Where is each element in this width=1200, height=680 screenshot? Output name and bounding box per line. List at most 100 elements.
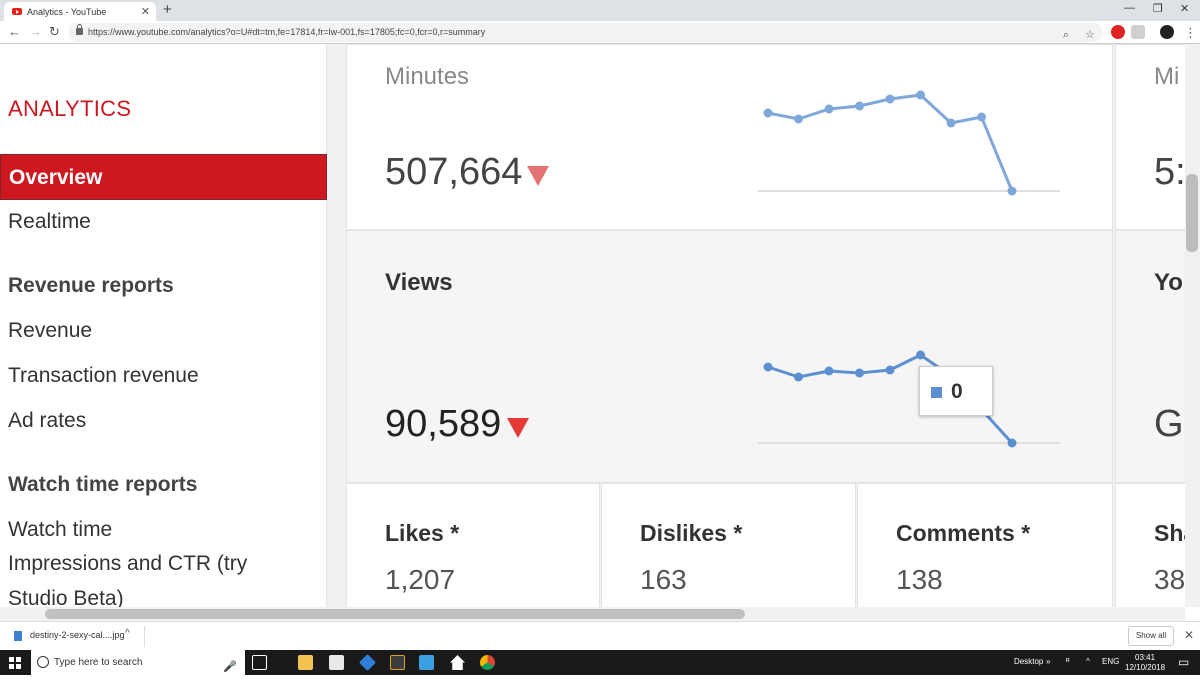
language-indicator[interactable]: ENG [1102,657,1119,666]
sparkline-point[interactable] [885,94,895,104]
microphone-icon[interactable]: 🎤 [223,655,237,680]
minutes-value: 507,664 [385,151,523,193]
shares-value: 38 [1154,564,1186,595]
forward-icon[interactable]: → [29,24,42,39]
tooltip-value: 0 [951,380,963,403]
show-all-button[interactable]: Show all [1128,626,1174,646]
profile-avatar-icon[interactable] [1160,25,1174,39]
watch-time-reports-heading[interactable]: Watch time reports [8,473,197,497]
notes-app-icon[interactable] [329,655,344,670]
sparkline-point[interactable] [885,365,895,375]
tab-close-icon[interactable]: ✕ [141,5,150,18]
people-icon[interactable]: ᴿ [1066,657,1070,666]
horizontal-scroll-thumb[interactable] [45,609,745,619]
sparkline-point[interactable] [763,362,773,372]
views-value: 90,589 [385,403,502,445]
views-card[interactable]: Views 90,589 [346,230,1113,483]
sparkline-point[interactable] [977,112,986,122]
sparkline-point[interactable] [824,366,834,376]
sidebar-item-revenue[interactable]: Revenue [0,308,327,354]
windows-taskbar: Type here to search 🎤 Desktop » ᴿ ^ ENG … [0,650,1200,675]
sparkline-point[interactable] [855,368,864,378]
page-content: ANALYTICS Overview Realtime Revenue repo… [0,44,1200,621]
minutes-sparkline [758,90,1060,196]
sparkline-point[interactable] [855,101,864,111]
toolbar-expand-icon[interactable]: » [1046,657,1050,666]
dislikes-card[interactable]: Dislikes * 163 [601,483,856,621]
sparkline-point[interactable] [1007,186,1017,196]
downloads-close-icon[interactable]: ✕ [1184,628,1194,642]
file-icon [14,630,22,641]
new-tab-button[interactable]: + [163,1,172,18]
horizontal-scrollbar[interactable] [0,607,1185,621]
sidebar-item-realtime[interactable]: Realtime [0,199,327,245]
clock-date: 12/10/2018 [1125,663,1166,672]
minutes-title: Minutes [385,63,470,90]
views-sparkline-tooltip: 0 [919,366,993,416]
minimize-icon[interactable]: — [1124,2,1135,14]
comments-title: Comments * [896,520,1031,546]
zoom-icon[interactable]: ⌕ [1063,26,1069,45]
tray-chevron-icon[interactable]: ^ [1086,657,1090,666]
likes-value: 1,207 [385,564,456,595]
url-text: https://www.youtube.com/analytics?o=U#dt… [88,27,486,37]
sparkline-point[interactable] [794,372,803,382]
likes-card[interactable]: Likes * 1,207 [346,483,600,621]
browser-tab[interactable]: Analytics - YouTube ✕ [4,2,156,21]
url-field[interactable]: https://www.youtube.com/analytics?o=U#dt… [68,23,1103,42]
sparkline-point[interactable] [794,114,803,124]
chrome-icon[interactable] [480,655,495,670]
paint-app-icon[interactable] [390,655,405,670]
sparkline-point[interactable] [763,108,773,118]
sparkline-point[interactable] [916,350,925,360]
sidebar-item-transaction-revenue[interactable]: Transaction revenue [0,353,327,399]
vertical-scrollbar[interactable] [1185,44,1200,607]
sidebar-item-ad-rates[interactable]: Ad rates [0,398,327,444]
sidebar-item-watch-time[interactable]: Watch time [0,507,327,553]
window-close-icon[interactable]: ✕ [1180,2,1189,15]
taskbar-clock[interactable]: 03:41 12/10/2018 [1125,653,1165,673]
sparkline-point[interactable] [1007,438,1017,448]
windows-start-icon[interactable] [9,657,21,669]
comments-value: 138 [896,564,943,595]
download-item[interactable]: destiny-2-sexy-cal....jpg [14,630,125,641]
sparkline-point[interactable] [946,118,956,128]
vertical-scroll-thumb[interactable] [1186,174,1198,252]
downloads-bar: destiny-2-sexy-cal....jpg ^ Show all ✕ [0,621,1200,650]
file-explorer-icon[interactable] [298,655,313,670]
minutes-down-arrow-icon [527,166,549,186]
partial-top-title: Mi [1154,63,1180,90]
views-title: Views [385,269,453,296]
minutes-card[interactable]: Minutes 507,664 [346,44,1113,230]
notifications-icon[interactable]: ▭ [1178,655,1189,669]
extension-icon[interactable] [1131,25,1145,39]
taskbar-search-input[interactable]: Type here to search 🎤 [31,650,245,675]
partial-top-value: 5: [1154,151,1186,193]
sparkline-point[interactable] [824,104,834,114]
sparkline-point[interactable] [916,90,925,100]
task-view-icon[interactable] [252,655,267,670]
chevron-up-icon[interactable]: ^ [125,628,130,639]
comments-card[interactable]: Comments * 138 [857,483,1113,621]
menu-kebab-icon[interactable]: ⋮ [1184,25,1197,41]
sync-app-icon[interactable] [359,654,376,671]
revenue-reports-heading[interactable]: Revenue reports [8,274,174,298]
search-placeholder: Type here to search [54,657,143,668]
browser-tab-bar: Analytics - YouTube ✕ + — ❐ ✕ [0,0,1200,21]
extension-adblock-icon[interactable] [1111,25,1125,39]
bookmark-star-icon[interactable]: ☆ [1085,26,1095,45]
home-icon[interactable] [450,655,465,670]
desktop-toolbar-label[interactable]: Desktop [1014,657,1043,666]
analytics-sidebar: ANALYTICS Overview Realtime Revenue repo… [0,44,327,621]
views-sparkline [758,350,1060,448]
download-filename: destiny-2-sexy-cal....jpg [30,630,125,640]
sidebar-item-overview[interactable]: Overview [0,154,327,200]
tooltip-series-swatch [931,387,942,398]
partial-mid-title: Yo [1154,269,1183,296]
restore-icon[interactable]: ❐ [1153,2,1163,15]
store-icon[interactable] [419,655,434,670]
impressions-label-line1: Impressions and CTR (try [8,552,248,575]
reload-icon[interactable]: ↻ [49,24,60,40]
back-icon[interactable]: ← [8,24,21,39]
tab-title: Analytics - YouTube [27,6,107,17]
